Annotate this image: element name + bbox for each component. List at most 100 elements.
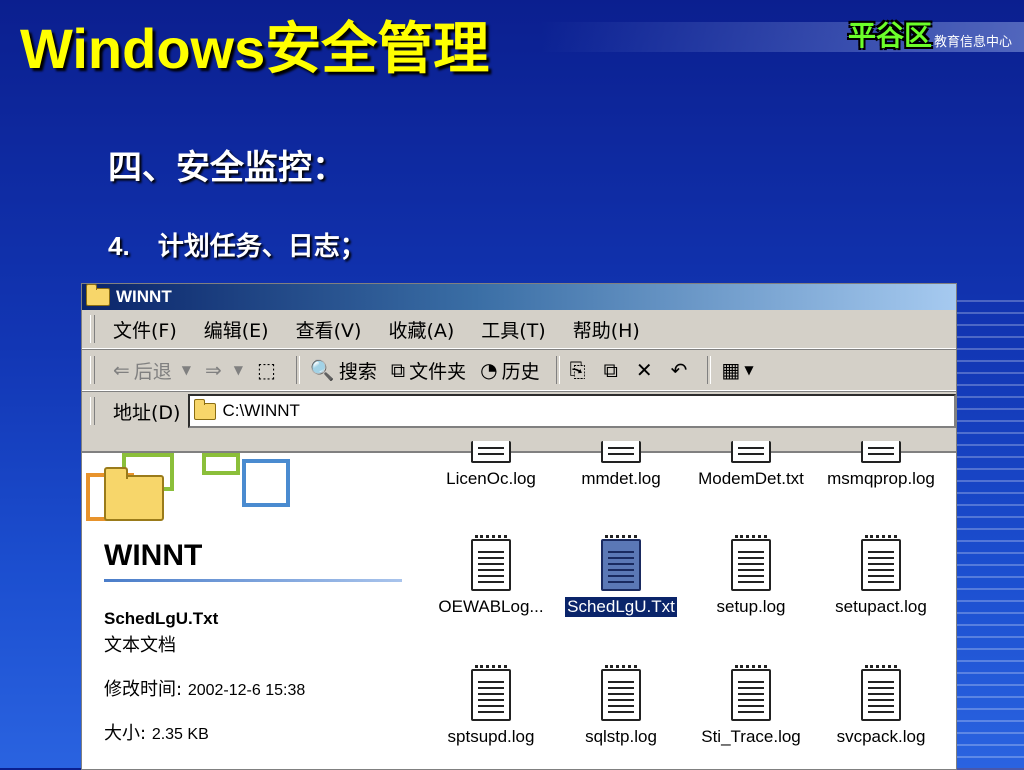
menu-view[interactable]: 查看(V) [296,316,362,343]
move-to-button[interactable]: ⎘ [570,358,590,382]
standard-toolbar: ⇐ 后退 ▼ ⇒ ▼ ⬚ 🔍 搜索 ⧉ 文件夹 ◔ 历史 ⎘ ⧉ ✕ ↶ ▦ ▼ [82,349,956,391]
document-line [478,693,504,695]
search-button[interactable]: 🔍 搜索 [310,357,377,384]
search-icon: 🔍 [309,358,335,382]
file-item[interactable]: Sti_Trace.log [686,665,816,747]
document-line [608,687,634,689]
document-line [608,711,634,713]
folders-icon: ⧉ [390,358,406,382]
address-value: C:\WINNT [222,401,300,420]
text-document-icon [601,665,641,721]
forward-dropdown-icon[interactable]: ▼ [234,363,243,377]
file-name: Sti_Trace.log [701,727,801,746]
forward-arrow-icon: ⇒ [205,358,222,382]
views-button[interactable]: ▦ ▼ [721,358,753,382]
file-item[interactable]: sptsupd.log [426,665,556,747]
document-line [738,693,764,695]
menu-bar: 文件(F) 编辑(E) 查看(V) 收藏(A) 工具(T) 帮助(H) [82,310,956,349]
file-item[interactable]: svcpack.log [816,665,946,747]
file-item[interactable]: OEWABLog... [426,535,556,617]
file-item[interactable]: ModemDet.txt [686,441,816,489]
menu-favorites[interactable]: 收藏(A) [388,316,454,343]
toolbar-separator [707,356,712,384]
file-item[interactable]: LicenOc.log [426,441,556,489]
address-bar: 地址(D) C:\WINNT [82,391,956,430]
address-label: 地址(D) [113,401,181,424]
document-line [868,569,894,571]
document-line [478,551,504,553]
section-heading: 四、安全监控： [108,148,346,188]
document-line [868,563,894,565]
document-line [738,447,764,449]
search-button-label: 搜索 [338,360,377,383]
document-line [478,563,504,565]
back-button-label: 后退 [133,360,172,383]
document-line [868,699,894,701]
file-name: setup.log [716,597,786,616]
delete-icon: ✕ [635,358,653,382]
file-name: msmqprop.log [827,469,935,488]
document-line [738,569,764,571]
delete-button[interactable]: ✕ [636,358,657,382]
copy-to-button[interactable]: ⧉ [604,358,622,382]
address-grip[interactable] [90,397,95,425]
file-item[interactable]: setup.log [686,535,816,617]
text-document-icon [471,441,511,463]
toolbar-grip[interactable] [90,356,95,384]
document-line [478,447,504,449]
details-size-label: 大小: [104,723,147,744]
text-document-icon [861,535,901,591]
back-button[interactable]: ⇐ 后退 ▼ [113,357,191,384]
folder-content: WINNT SchedLgU.Txt 文本文档 修改时间: 2002-12-6 … [82,441,956,769]
document-line [738,453,764,455]
window-titlebar[interactable]: WINNT [82,284,956,310]
menu-help[interactable]: 帮助(H) [573,316,640,343]
file-item[interactable]: msmqprop.log [816,441,946,489]
document-line [478,687,504,689]
menu-grip[interactable] [90,315,95,343]
back-dropdown-icon[interactable]: ▼ [182,363,191,377]
file-name: mmdet.log [581,469,661,488]
details-folder-name: WINNT [104,539,203,572]
window-title: WINNT [116,287,172,306]
folder-icon [86,284,110,306]
document-line [868,693,894,695]
file-item[interactable]: mmdet.log [556,441,686,489]
details-file-type: 文本文档 [104,635,176,656]
folders-button-label: 文件夹 [409,360,467,383]
undo-icon: ↶ [670,358,688,382]
up-folder-icon: ⬚ [257,358,276,382]
copy-to-icon: ⧉ [603,358,618,382]
text-document-icon [861,665,901,721]
sub-heading-text: 计划任务、日志； [157,232,366,262]
up-button[interactable]: ⬚ [257,358,280,382]
folders-button[interactable]: ⧉ 文件夹 [391,357,466,384]
views-dropdown-icon[interactable]: ▼ [744,363,753,377]
file-name: OEWABLog... [438,597,544,616]
forward-button[interactable]: ⇒ ▼ [205,358,243,382]
file-name: svcpack.log [836,727,926,746]
document-line [608,453,634,455]
file-item[interactable]: SchedLgU.Txt [556,535,686,618]
text-document-icon [471,535,511,591]
document-line [608,581,634,583]
details-selected-file: SchedLgU.Txt [104,609,219,628]
address-folder-icon [194,398,217,420]
menu-tools[interactable]: 工具(T) [481,316,545,343]
file-item[interactable]: setupact.log [816,535,946,617]
history-button[interactable]: ◔ 历史 [480,357,539,384]
menu-edit[interactable]: 编辑(E) [204,316,269,343]
text-document-icon [731,665,771,721]
file-item[interactable]: sqlstp.log [556,665,686,747]
text-document-icon [731,441,771,463]
document-line [868,453,894,455]
sub-heading-number: 4. [108,231,130,261]
details-divider [104,579,402,582]
document-line [868,575,894,577]
back-arrow-icon: ⇐ [113,358,130,382]
menu-file[interactable]: 文件(F) [113,316,177,343]
sub-heading: 4. 计划任务、日志； [108,226,366,263]
undo-button[interactable]: ↶ [671,358,692,382]
document-line [738,575,764,577]
address-input[interactable]: C:\WINNT [188,394,956,428]
